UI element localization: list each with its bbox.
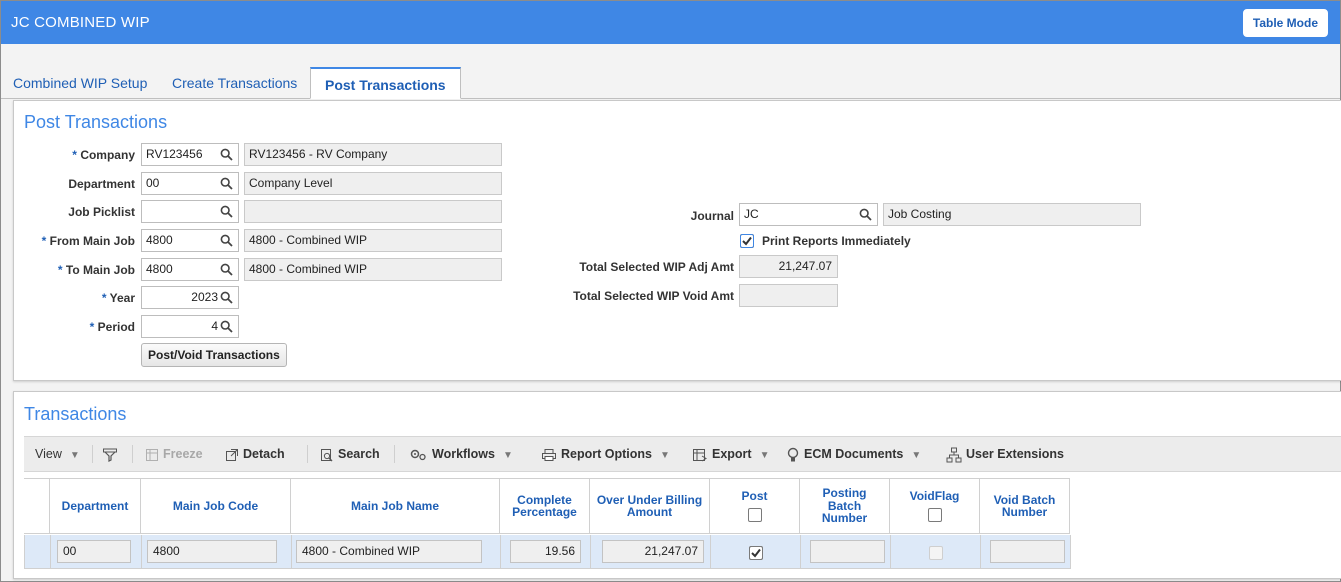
header-post[interactable]: Post xyxy=(710,479,800,533)
transactions-panel: Transactions View▼ Freeze Detach Search xyxy=(13,391,1341,579)
total-adj-label: Total Selected WIP Adj Amt xyxy=(579,260,734,274)
search-icon[interactable] xyxy=(859,208,872,221)
department-input[interactable]: 00 xyxy=(141,172,239,195)
printer-icon xyxy=(542,448,556,461)
detach-button[interactable]: Detach xyxy=(225,437,285,471)
tab-post-transactions[interactable]: Post Transactions xyxy=(310,67,461,99)
toolbar-separator xyxy=(132,445,133,463)
period-label: * Period xyxy=(89,320,135,334)
cell-complete-percentage[interactable]: 19.56 xyxy=(510,540,581,563)
workflows-menu[interactable]: Workflows ▼ xyxy=(410,437,513,471)
print-reports-checkbox[interactable] xyxy=(740,234,754,248)
journal-input[interactable]: JC xyxy=(739,203,878,226)
tab-bar: Combined WIP Setup Create Transactions P… xyxy=(1,67,1340,99)
lightbulb-icon xyxy=(787,447,799,462)
to-main-job-label: * To Main Job xyxy=(57,263,135,277)
total-void-value xyxy=(739,284,838,307)
export-grid-icon xyxy=(693,448,707,462)
header-void-batch-number[interactable]: Void Batch Number xyxy=(980,479,1070,533)
cell-department[interactable]: 00 xyxy=(57,540,131,563)
search-icon[interactable] xyxy=(220,291,233,304)
period-input[interactable]: 4 xyxy=(141,315,239,338)
checkmark-icon xyxy=(749,546,763,560)
post-void-transactions-button[interactable]: Post/Void Transactions xyxy=(141,343,287,367)
cell-over-under-billing-amount[interactable]: 21,247.07 xyxy=(602,540,704,563)
transactions-grid: Department Main Job Code Main Job Name C… xyxy=(24,478,1071,570)
department-label: Department xyxy=(68,177,135,191)
post-select-all-checkbox[interactable] xyxy=(747,507,762,522)
title-bar: JC COMBINED WIP Table Mode xyxy=(1,1,1340,44)
year-label: * Year xyxy=(101,291,135,305)
cell-post-checkbox[interactable] xyxy=(749,546,763,560)
search-icon[interactable] xyxy=(220,205,233,218)
app-window: JC COMBINED WIP Table Mode Combined WIP … xyxy=(0,0,1341,582)
search-icon[interactable] xyxy=(220,148,233,161)
search-button[interactable]: Search xyxy=(320,437,380,471)
user-extensions-button[interactable]: User Extensions xyxy=(946,437,1064,471)
job-picklist-label: Job Picklist xyxy=(68,205,135,219)
filter-icon xyxy=(103,448,117,462)
toolbar-separator xyxy=(307,445,308,463)
company-description: RV123456 - RV Company xyxy=(244,143,502,166)
checkmark-icon xyxy=(740,234,754,248)
header-main-job-code[interactable]: Main Job Code xyxy=(141,479,291,533)
cell-void-flag-checkbox xyxy=(929,546,943,560)
from-main-job-input[interactable]: 4800 xyxy=(141,229,239,252)
detach-icon xyxy=(226,448,238,461)
view-menu[interactable]: View ▼ xyxy=(35,437,80,471)
row-selector-header xyxy=(24,479,50,533)
ecm-documents-menu[interactable]: ECM Documents ▼ xyxy=(786,437,921,471)
panel-title: Post Transactions xyxy=(24,112,168,132)
app-title: JC COMBINED WIP xyxy=(11,14,150,31)
tab-combined-wip-setup[interactable]: Combined WIP Setup xyxy=(13,67,147,99)
gears-icon xyxy=(410,449,426,460)
header-void-flag[interactable]: VoidFlag xyxy=(890,479,980,533)
hierarchy-icon xyxy=(946,447,962,463)
header-complete-percentage[interactable]: Complete Percentage xyxy=(500,479,590,533)
toolbar-separator xyxy=(92,445,93,463)
company-input[interactable]: RV123456 xyxy=(141,143,239,166)
search-icon[interactable] xyxy=(220,177,233,190)
total-void-label: Total Selected WIP Void Amt xyxy=(573,289,734,303)
void-flag-select-all-checkbox[interactable] xyxy=(927,507,942,522)
to-main-job-input[interactable]: 4800 xyxy=(141,258,239,281)
company-label: * Company xyxy=(72,148,135,162)
search-doc-icon xyxy=(321,448,333,462)
freeze-button[interactable]: Freeze xyxy=(145,437,203,471)
total-adj-value: 21,247.07 xyxy=(739,255,838,278)
cell-main-job-name[interactable]: 4800 - Combined WIP xyxy=(296,540,482,563)
header-department[interactable]: Department xyxy=(50,479,141,533)
journal-label: Journal xyxy=(690,209,734,223)
transactions-title: Transactions xyxy=(24,404,127,424)
search-icon[interactable] xyxy=(220,263,233,276)
filter-button[interactable] xyxy=(102,437,122,471)
table-mode-button[interactable]: Table Mode xyxy=(1242,9,1328,37)
to-main-job-description: 4800 - Combined WIP xyxy=(244,258,502,281)
year-input[interactable]: 2023 xyxy=(141,286,239,309)
report-options-menu[interactable]: Report Options ▼ xyxy=(541,437,670,471)
post-transactions-panel: Post Transactions * Company RV123456 RV1… xyxy=(13,100,1341,381)
export-menu[interactable]: Export ▼ xyxy=(692,437,770,471)
search-icon[interactable] xyxy=(220,320,233,333)
grid-toolbar: View ▼ Freeze Detach Search Workflows ▼ R xyxy=(24,436,1341,472)
print-reports-label: Print Reports Immediately xyxy=(762,234,911,248)
cell-posting-batch-number[interactable] xyxy=(810,540,885,563)
toolbar-separator xyxy=(394,445,395,463)
department-description: Company Level xyxy=(244,172,502,195)
cell-main-job-code[interactable]: 4800 xyxy=(147,540,277,563)
from-main-job-label: * From Main Job xyxy=(41,234,135,248)
search-icon[interactable] xyxy=(220,234,233,247)
from-main-job-description: 4800 - Combined WIP xyxy=(244,229,502,252)
job-picklist-description xyxy=(244,200,502,223)
freeze-icon xyxy=(146,448,158,461)
job-picklist-input[interactable] xyxy=(141,200,239,223)
cell-void-batch-number[interactable] xyxy=(990,540,1065,563)
tab-create-transactions[interactable]: Create Transactions xyxy=(172,67,297,99)
header-over-under-billing[interactable]: Over Under Billing Amount xyxy=(590,479,710,533)
journal-description: Job Costing xyxy=(883,203,1141,226)
header-main-job-name[interactable]: Main Job Name xyxy=(291,479,500,533)
header-posting-batch-number[interactable]: Posting Batch Number xyxy=(800,479,890,533)
